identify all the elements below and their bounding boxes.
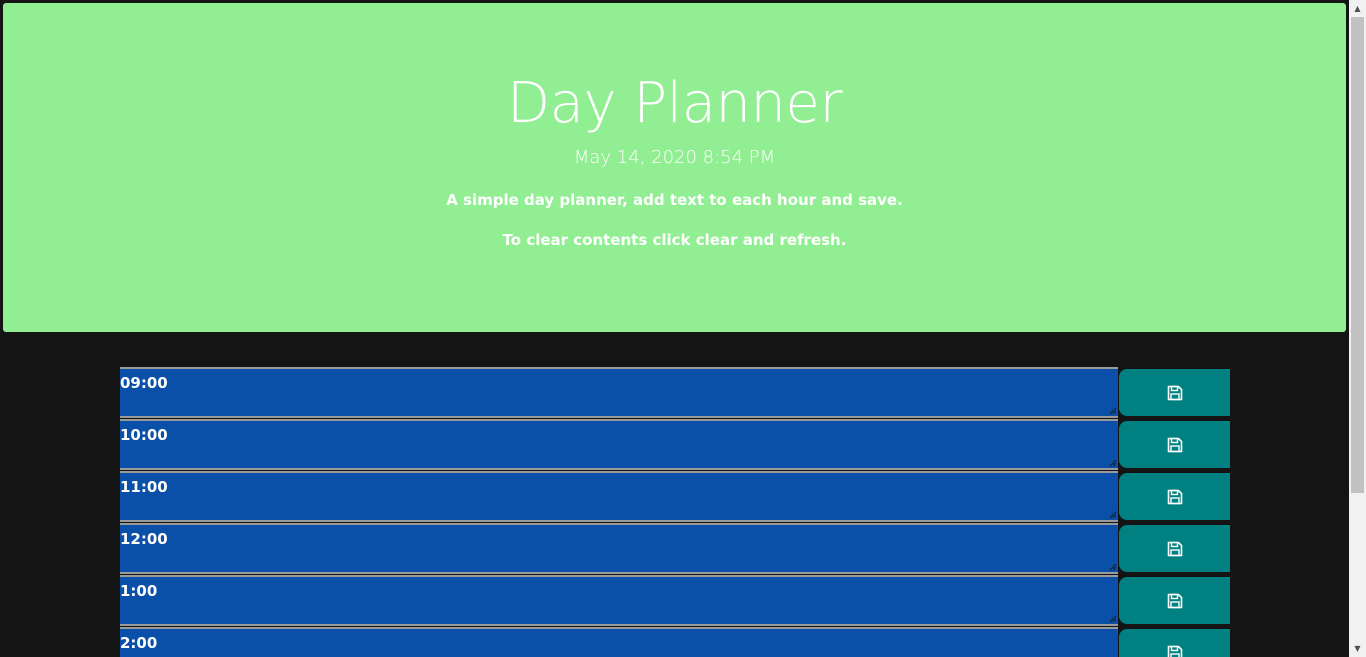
resize-grip-icon[interactable] xyxy=(1109,407,1117,415)
hour-row: 1:00 xyxy=(120,575,1230,627)
save-button[interactable] xyxy=(1119,577,1230,624)
save-button[interactable] xyxy=(1119,525,1230,572)
hour-textarea[interactable]: 09:00 xyxy=(120,367,1118,418)
hour-row: 2:00 xyxy=(120,627,1230,657)
page-title: Day Planner xyxy=(507,71,842,136)
resize-grip-icon[interactable] xyxy=(1109,511,1117,519)
hour-row: 09:00 xyxy=(120,367,1230,419)
save-button[interactable] xyxy=(1119,629,1230,657)
resize-grip-icon[interactable] xyxy=(1109,459,1117,467)
resize-grip-icon[interactable] xyxy=(1109,615,1117,623)
hour-label: 09:00 xyxy=(120,374,168,392)
hour-row: 10:00 xyxy=(120,419,1230,471)
hour-label: 10:00 xyxy=(120,426,168,444)
floppy-disk-icon xyxy=(1167,385,1182,400)
hour-row: 12:00 xyxy=(120,523,1230,575)
vertical-scrollbar[interactable]: ▲ ▼ xyxy=(1349,0,1366,657)
floppy-disk-icon xyxy=(1167,593,1182,608)
floppy-disk-icon xyxy=(1167,489,1182,504)
save-button[interactable] xyxy=(1119,473,1230,520)
scroll-up-arrow-icon[interactable]: ▲ xyxy=(1349,0,1366,17)
description-text: A simple day planner, add text to each h… xyxy=(446,191,903,209)
hour-label: 2:00 xyxy=(120,634,158,652)
hour-row: 11:00 xyxy=(120,471,1230,523)
hour-textarea[interactable]: 12:00 xyxy=(120,523,1118,574)
scroll-down-arrow-icon[interactable]: ▼ xyxy=(1349,640,1366,657)
hour-list: 09:00 10:00 11:00 12:00 1:00 2:00 xyxy=(120,367,1230,657)
resize-grip-icon[interactable] xyxy=(1109,563,1117,571)
hour-label: 11:00 xyxy=(120,478,168,496)
hour-textarea[interactable]: 1:00 xyxy=(120,575,1118,626)
floppy-disk-icon xyxy=(1167,645,1182,657)
floppy-disk-icon xyxy=(1167,437,1182,452)
hour-textarea[interactable]: 10:00 xyxy=(120,419,1118,470)
current-datetime: May 14, 2020 8:54 PM xyxy=(573,147,776,168)
page: Day Planner May 14, 2020 8:54 PM A simpl… xyxy=(0,0,1349,657)
hour-label: 1:00 xyxy=(120,582,158,600)
scrollbar-thumb[interactable] xyxy=(1351,17,1364,493)
header-banner: Day Planner May 14, 2020 8:54 PM A simpl… xyxy=(3,3,1346,332)
save-button[interactable] xyxy=(1119,369,1230,416)
clear-instructions: To clear contents click clear and refres… xyxy=(502,231,847,249)
hour-label: 12:00 xyxy=(120,530,168,548)
floppy-disk-icon xyxy=(1167,541,1182,556)
hour-textarea[interactable]: 2:00 xyxy=(120,627,1118,657)
save-button[interactable] xyxy=(1119,421,1230,468)
hour-textarea[interactable]: 11:00 xyxy=(120,471,1118,522)
